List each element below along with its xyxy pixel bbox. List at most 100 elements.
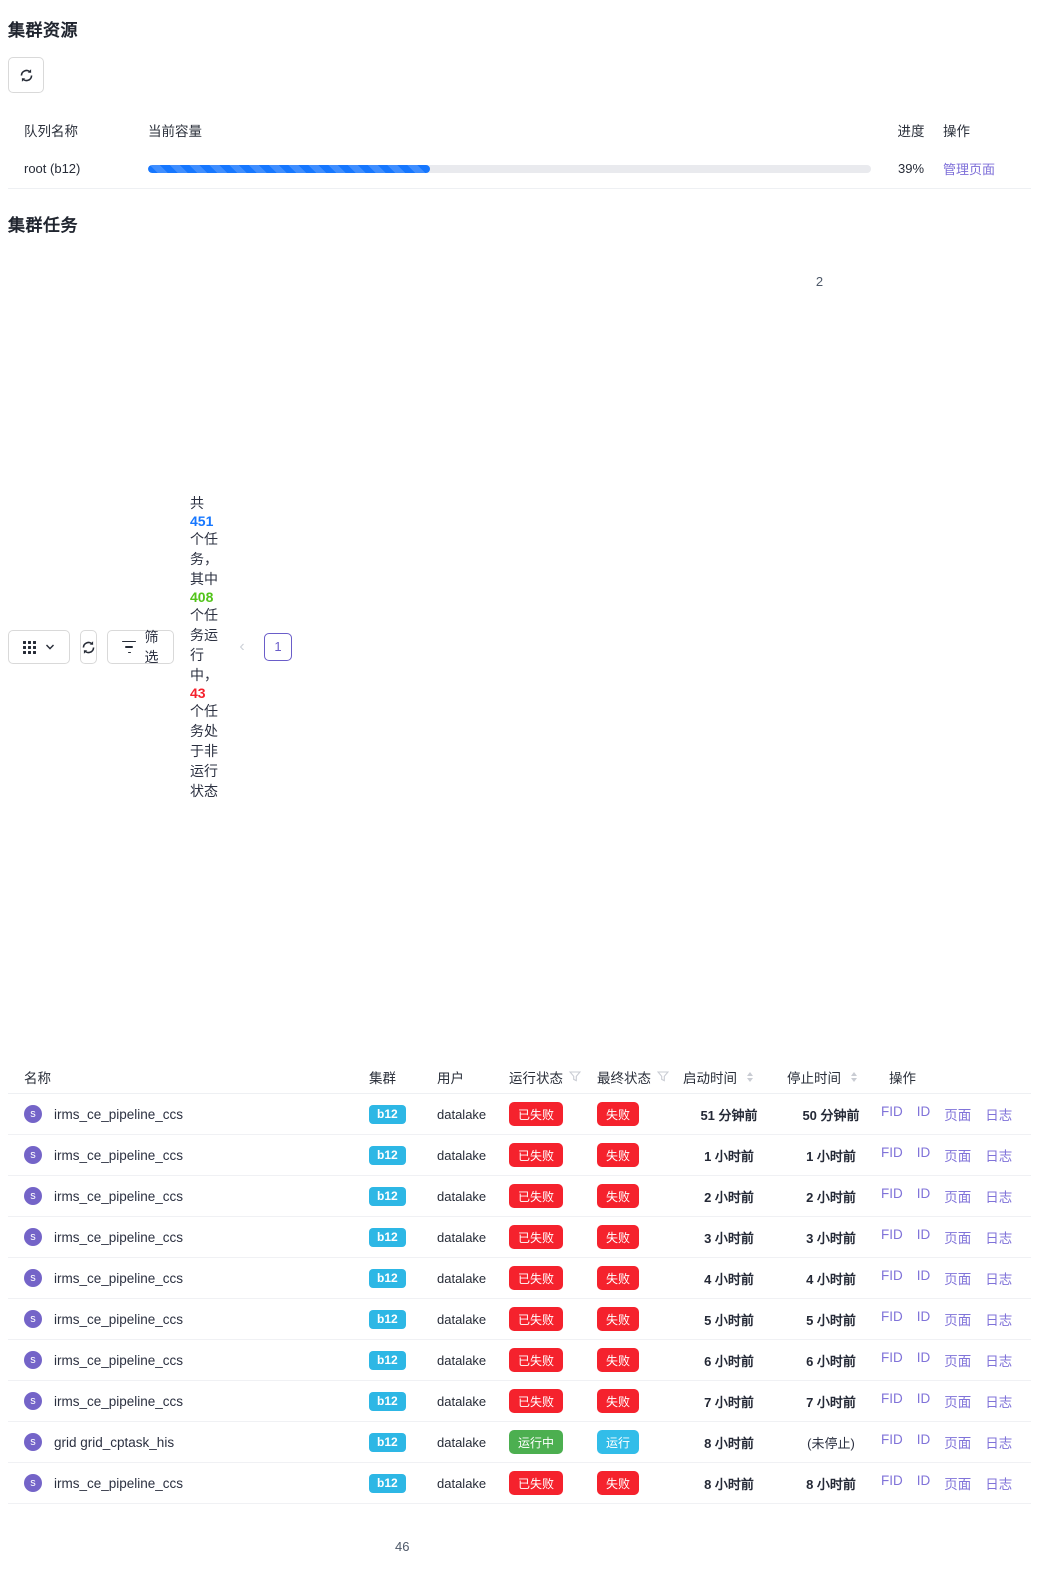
page-link[interactable]: 页面 <box>944 1104 971 1124</box>
fid-link[interactable]: FID <box>881 1227 903 1247</box>
final-status-cell: 运行 <box>589 1430 677 1454</box>
log-link[interactable]: 日志 <box>985 1268 1012 1288</box>
fid-link[interactable]: FID <box>881 1268 903 1288</box>
page-link[interactable]: 页面 <box>944 1309 971 1329</box>
final-status-cell: 失败 <box>589 1266 677 1290</box>
log-link[interactable]: 日志 <box>985 1473 1012 1493</box>
resources-refresh-button[interactable] <box>8 57 44 93</box>
page-link[interactable]: 页面 <box>944 1268 971 1288</box>
fid-link[interactable]: FID <box>881 1104 903 1124</box>
fid-link[interactable]: FID <box>881 1350 903 1370</box>
id-link[interactable]: ID <box>917 1145 931 1165</box>
log-link[interactable]: 日志 <box>985 1145 1012 1165</box>
filter-button[interactable]: 筛选 <box>107 630 174 664</box>
page-link[interactable]: 页面 <box>944 1391 971 1411</box>
id-link[interactable]: ID <box>917 1350 931 1370</box>
page-link[interactable]: 页面 <box>944 1473 971 1493</box>
resources-table: 队列名称 当前容量 进度 操作 root (b12) 39% 管理页面 <box>8 111 1031 189</box>
log-link[interactable]: 日志 <box>985 1432 1012 1452</box>
cluster-badge: b12 <box>369 1105 406 1124</box>
final-status-cell: 失败 <box>589 1225 677 1249</box>
final-status-cell: 失败 <box>589 1471 677 1495</box>
run-status-cell: 已失败 <box>501 1143 589 1167</box>
log-link[interactable]: 日志 <box>985 1104 1012 1124</box>
log-link[interactable]: 日志 <box>985 1309 1012 1329</box>
page-item[interactable]: 2 <box>300 252 1039 1042</box>
final-status-cell: 失败 <box>589 1184 677 1208</box>
run-status-badge: 已失败 <box>509 1266 563 1290</box>
start-time: 4 小时前 <box>677 1269 781 1288</box>
row-actions: FID ID 页面 日志 <box>881 1186 1031 1206</box>
pagination-bottom: ‹ 1 2 3 ··· 46 › 10条/页 <box>0 1517 1031 1580</box>
id-link[interactable]: ID <box>917 1268 931 1288</box>
log-link[interactable]: 日志 <box>985 1350 1012 1370</box>
tasks-table-header: 名称 集群 用户 运行状态 最终状态 启动时间 停止时间 <box>8 1060 1031 1094</box>
cluster-cell: b12 <box>361 1269 429 1288</box>
row-actions: FID ID 页面 日志 <box>881 1145 1031 1165</box>
id-link[interactable]: ID <box>917 1227 931 1247</box>
tasks-refresh-button[interactable] <box>80 630 97 664</box>
page-items: 1 2 3 ··· 46 <box>264 252 1039 1042</box>
column-settings-button[interactable] <box>8 630 70 664</box>
id-link[interactable]: ID <box>917 1432 931 1452</box>
sorter-icon[interactable] <box>747 1072 753 1082</box>
run-status-badge: 已失败 <box>509 1307 563 1331</box>
fid-link[interactable]: FID <box>881 1391 903 1411</box>
col-start-time: 启动时间 <box>677 1067 781 1087</box>
refresh-icon <box>81 640 96 655</box>
start-time: 7 小时前 <box>677 1392 781 1411</box>
page-link[interactable]: 页面 <box>944 1432 971 1452</box>
final-status-cell: 失败 <box>589 1307 677 1331</box>
col-resource-action: 操作 <box>943 120 1031 140</box>
avatar: s <box>24 1187 42 1205</box>
run-status-cell: 已失败 <box>501 1184 589 1208</box>
task-name-cell: s irms_ce_pipeline_ccs <box>8 1392 361 1410</box>
table-row: s irms_ce_pipeline_ccs b12 datalake 已失败 … <box>8 1299 1031 1340</box>
page-link[interactable]: 页面 <box>944 1186 971 1206</box>
id-link[interactable]: ID <box>917 1473 931 1493</box>
fid-link[interactable]: FID <box>881 1473 903 1493</box>
page-item[interactable]: 46 <box>0 1517 922 1580</box>
user-cell: datalake <box>429 1271 501 1286</box>
start-time: 1 小时前 <box>677 1146 781 1165</box>
page-link[interactable]: 页面 <box>944 1227 971 1247</box>
run-status-cell: 已失败 <box>501 1348 589 1372</box>
col-task-action: 操作 <box>881 1067 1031 1087</box>
sorter-icon[interactable] <box>851 1072 857 1082</box>
id-link[interactable]: ID <box>917 1391 931 1411</box>
log-link[interactable]: 日志 <box>985 1227 1012 1247</box>
cluster-badge: b12 <box>369 1228 406 1247</box>
user-cell: datalake <box>429 1230 501 1245</box>
final-status-badge: 失败 <box>597 1184 639 1208</box>
fid-link[interactable]: FID <box>881 1309 903 1329</box>
page-link[interactable]: 页面 <box>944 1350 971 1370</box>
manage-page-link[interactable]: 管理页面 <box>943 162 995 177</box>
cluster-cell: b12 <box>361 1146 429 1165</box>
run-status-badge: 已失败 <box>509 1184 563 1208</box>
id-link[interactable]: ID <box>917 1309 931 1329</box>
prev-page-button[interactable]: ‹ <box>228 633 256 661</box>
row-actions: FID ID 页面 日志 <box>881 1473 1031 1493</box>
filter-funnel-icon[interactable] <box>569 1071 581 1082</box>
stop-time: 8 小时前 <box>781 1474 881 1493</box>
cluster-badge: b12 <box>369 1474 406 1493</box>
stop-time: 3 小时前 <box>781 1228 881 1247</box>
id-link[interactable]: ID <box>917 1104 931 1124</box>
fid-link[interactable]: FID <box>881 1432 903 1452</box>
avatar: s <box>24 1228 42 1246</box>
page-item[interactable]: 1 <box>264 633 292 661</box>
fid-link[interactable]: FID <box>881 1186 903 1206</box>
cluster-badge: b12 <box>369 1269 406 1288</box>
table-row: s irms_ce_pipeline_ccs b12 datalake 已失败 … <box>8 1381 1031 1422</box>
cluster-cell: b12 <box>361 1474 429 1493</box>
stop-time: 2 小时前 <box>781 1187 881 1206</box>
refresh-icon <box>19 68 34 83</box>
log-link[interactable]: 日志 <box>985 1391 1012 1411</box>
page-link[interactable]: 页面 <box>944 1145 971 1165</box>
filter-funnel-icon[interactable] <box>657 1071 669 1082</box>
task-name: irms_ce_pipeline_ccs <box>54 1394 183 1409</box>
id-link[interactable]: ID <box>917 1186 931 1206</box>
log-link[interactable]: 日志 <box>985 1186 1012 1206</box>
stop-time: 50 分钟前 <box>781 1105 881 1124</box>
fid-link[interactable]: FID <box>881 1145 903 1165</box>
